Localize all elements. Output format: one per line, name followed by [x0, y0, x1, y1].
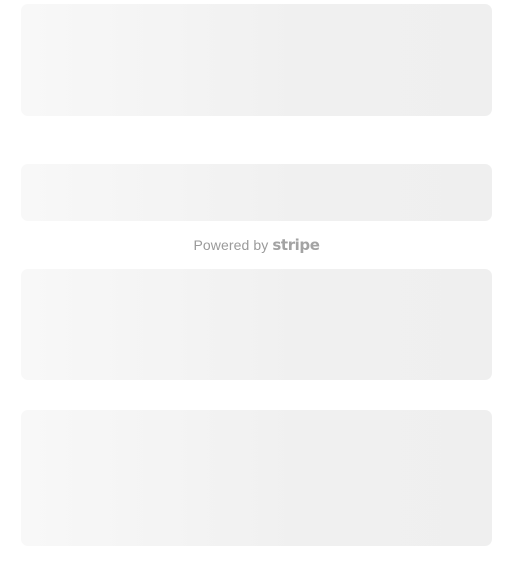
loading-placeholder-2: [21, 164, 492, 221]
powered-by-stripe-link[interactable]: Powered by stripe: [0, 234, 513, 256]
loading-placeholder-3: [21, 269, 492, 380]
stripe-logo: stripe: [272, 236, 320, 254]
loading-placeholder-1: [21, 4, 492, 116]
loading-placeholder-4: [21, 410, 492, 546]
powered-by-label: Powered by: [193, 237, 269, 253]
